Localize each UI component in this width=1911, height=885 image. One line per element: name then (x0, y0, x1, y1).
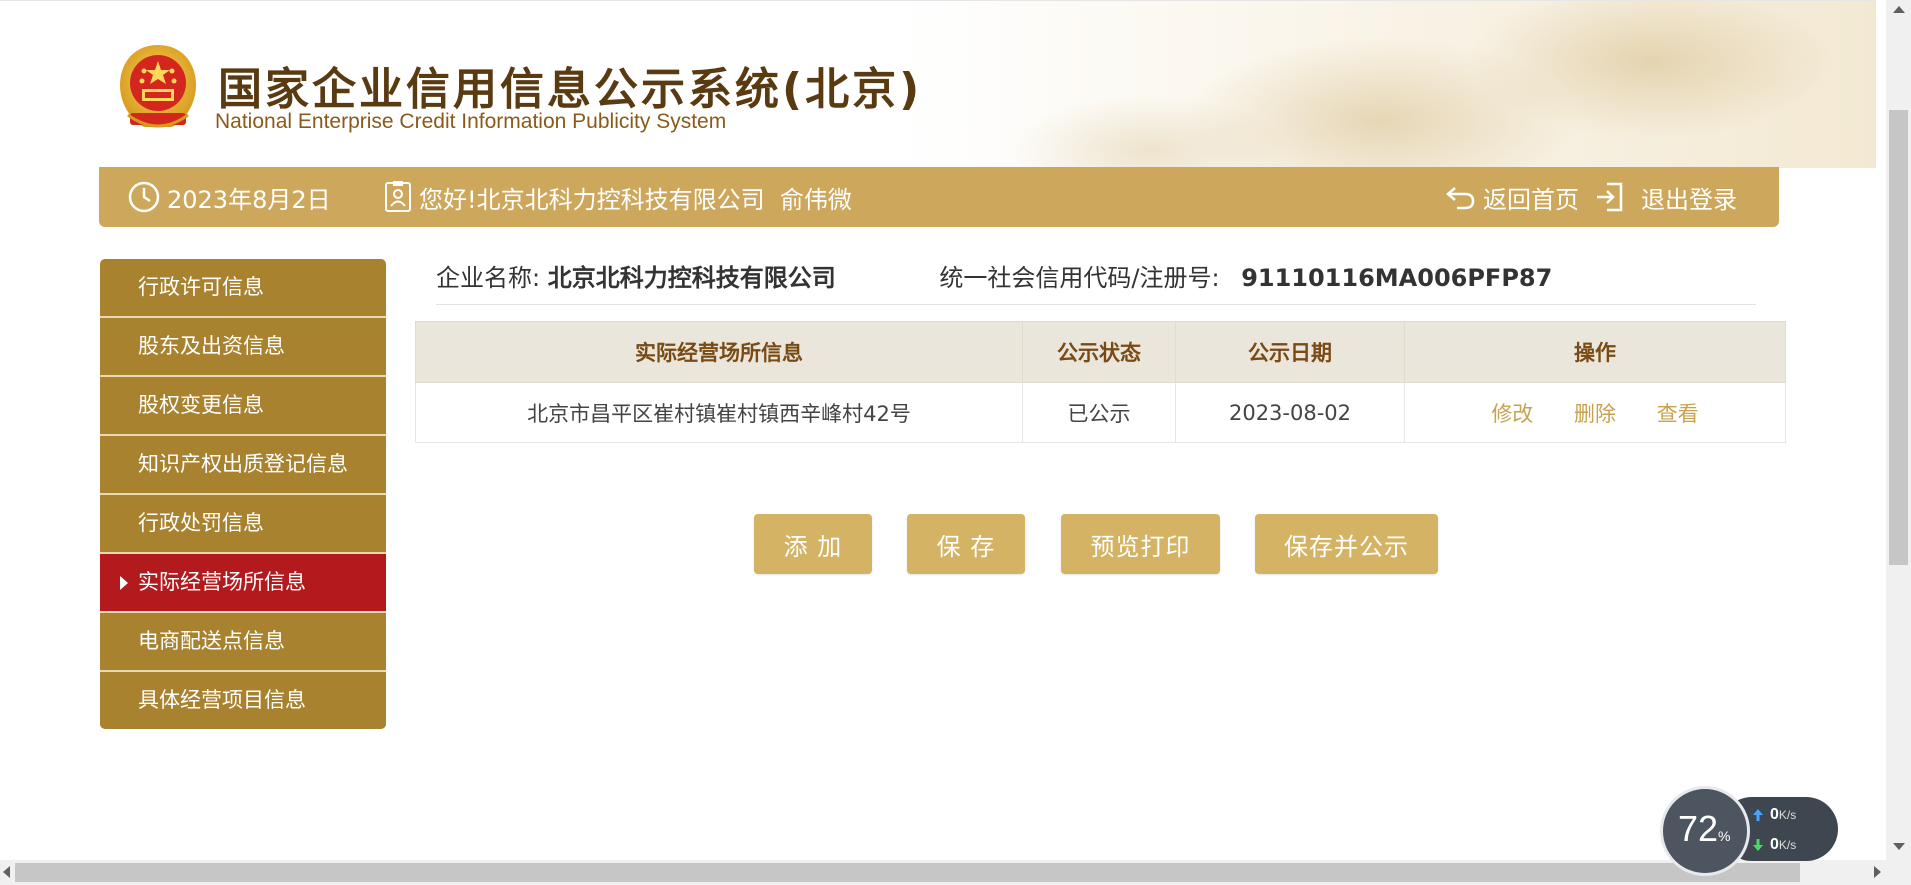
vertical-scroll-thumb[interactable] (1889, 110, 1908, 565)
view-link[interactable]: 查看 (1657, 402, 1699, 426)
header-banner: 国家企业信用信息公示系统(北京) National Enterprise Cre… (0, 0, 1876, 168)
upload-arrow-icon (1753, 809, 1763, 821)
save-button[interactable]: 保 存 (907, 514, 1025, 574)
scroll-up-arrow-icon[interactable] (1893, 6, 1905, 13)
sidebar-item-equity-change[interactable]: 股权变更信息 (100, 377, 386, 436)
company-name-value: 北京北科力控科技有限公司 (547, 264, 836, 292)
scroll-right-arrow-icon[interactable] (1874, 866, 1881, 878)
cell-status: 已公示 (1022, 382, 1176, 443)
cell-date: 2023-08-02 (1175, 382, 1405, 443)
network-speed-widget[interactable]: 72% 0K/s 0K/s (1660, 786, 1840, 876)
add-button[interactable]: 添 加 (754, 514, 872, 574)
edit-link[interactable]: 修改 (1491, 402, 1533, 426)
logout-link[interactable]: 退出登录 (1593, 167, 1737, 227)
system-title: 国家企业信用信息公示系统(北京) (218, 64, 923, 115)
logout-label[interactable]: 退出登录 (1641, 180, 1737, 215)
date-text: 2023年8月2日 (167, 185, 331, 214)
sidebar-item-shareholders[interactable]: 股东及出资信息 (100, 318, 386, 377)
scroll-down-arrow-icon[interactable] (1893, 843, 1905, 850)
sidebar-item-ecommerce-delivery[interactable]: 电商配送点信息 (100, 613, 386, 672)
col-header-status: 公示状态 (1022, 321, 1176, 383)
logout-icon (1597, 182, 1623, 212)
system-subtitle: National Enterprise Credit Information P… (215, 110, 727, 133)
cell-address: 北京市昌平区崔村镇崔村镇西辛峰村42号 (415, 382, 1023, 443)
company-name-label: 企业名称: (436, 264, 541, 292)
download-speed: 0K/s (1770, 836, 1797, 853)
sidebar-item-admin-license[interactable]: 行政许可信息 (100, 259, 386, 318)
premises-table: 实际经营场所信息 公示状态 公示日期 操作 北京市昌平区崔村镇崔村镇西辛峰村42… (415, 321, 1786, 443)
home-link[interactable]: 返回首页 (1445, 167, 1579, 227)
return-arrow-icon (1446, 187, 1475, 210)
cell-actions: 修改 删除 查看 (1404, 382, 1786, 443)
clock-icon (128, 181, 160, 213)
table-header-row: 实际经营场所信息 公示状态 公示日期 操作 (415, 321, 1786, 383)
divider (436, 304, 1756, 305)
company-info: 企业名称: 北京北科力控科技有限公司 统一社会信用代码/注册号: 9111011… (436, 258, 1552, 292)
user-greeting: 您好!北京北科力控科技有限公司 俞伟微 (383, 167, 852, 227)
national-emblem-icon (120, 45, 196, 128)
usage-percent: 72% (1678, 808, 1731, 849)
date-display: 2023年8月2日 (127, 167, 331, 227)
sidebar-item-admin-penalty[interactable]: 行政处罚信息 (100, 495, 386, 554)
col-header-date: 公示日期 (1175, 321, 1405, 383)
col-header-address: 实际经营场所信息 (415, 321, 1023, 383)
sidebar-item-business-projects[interactable]: 具体经营项目信息 (100, 672, 386, 729)
credit-code-value: 91110116MA006PFP87 (1241, 264, 1553, 292)
table-row: 北京市昌平区崔村镇崔村镇西辛峰村42号 已公示 2023-08-02 修改 删除… (415, 382, 1786, 443)
sidebar-menu: 行政许可信息 股东及出资信息 股权变更信息 知识产权出质登记信息 行政处罚信息 … (100, 259, 386, 729)
greeting-text: 您好!北京北科力控科技有限公司 俞伟微 (419, 185, 852, 214)
user-card-icon (385, 181, 411, 212)
col-header-actions: 操作 (1404, 321, 1786, 383)
scroll-left-arrow-icon[interactable] (3, 866, 10, 878)
top-bar: 2023年8月2日 您好!北京北科力控科技有限公司 俞伟微 返回首页 退出登录 (99, 167, 1779, 227)
sidebar-item-ip-pledge[interactable]: 知识产权出质登记信息 (100, 436, 386, 495)
download-arrow-icon (1753, 839, 1763, 851)
delete-link[interactable]: 删除 (1574, 402, 1616, 426)
home-label[interactable]: 返回首页 (1483, 180, 1579, 215)
upload-speed: 0K/s (1770, 806, 1797, 823)
preview-print-button[interactable]: 预览打印 (1061, 514, 1220, 574)
horizontal-scroll-thumb[interactable] (15, 863, 1800, 882)
save-publish-button[interactable]: 保存并公示 (1255, 514, 1438, 574)
sidebar-item-business-premises[interactable]: 实际经营场所信息 (100, 554, 386, 613)
credit-code-label: 统一社会信用代码/注册号: (939, 264, 1220, 292)
